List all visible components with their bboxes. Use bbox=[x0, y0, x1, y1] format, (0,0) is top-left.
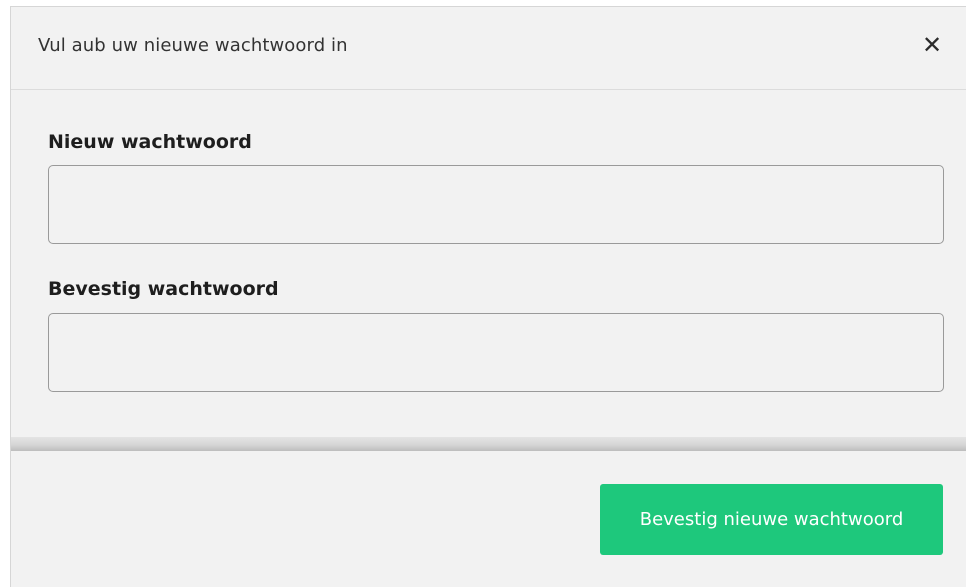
dialog-title: Vul aub uw nieuwe wachtwoord in bbox=[38, 35, 348, 56]
new-password-input[interactable] bbox=[48, 165, 944, 244]
close-icon[interactable]: ✕ bbox=[919, 33, 945, 59]
confirm-password-label: Bevestig wachtwoord bbox=[48, 278, 279, 300]
dialog-footer: Bevestig nieuwe wachtwoord bbox=[11, 451, 966, 587]
dialog-header: Vul aub uw nieuwe wachtwoord in ✕ bbox=[11, 7, 966, 90]
footer-divider bbox=[11, 437, 966, 451]
confirm-new-password-button[interactable]: Bevestig nieuwe wachtwoord bbox=[600, 484, 943, 555]
confirm-password-input[interactable] bbox=[48, 313, 944, 392]
password-dialog: Vul aub uw nieuwe wachtwoord in ✕ Nieuw … bbox=[10, 6, 966, 587]
new-password-label: Nieuw wachtwoord bbox=[48, 131, 252, 153]
